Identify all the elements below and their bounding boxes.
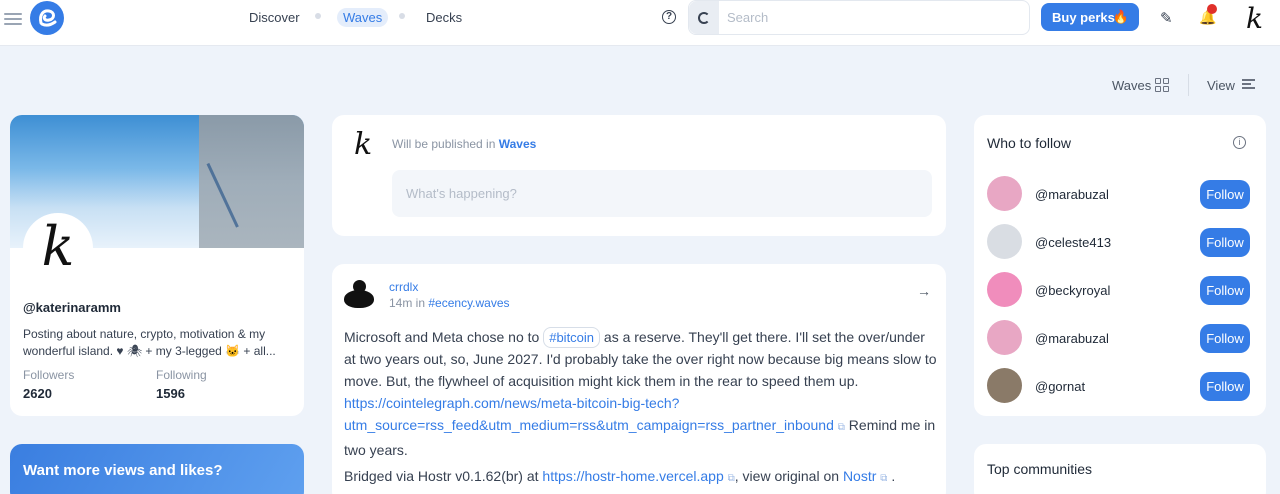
post-author-avatar[interactable]: [344, 280, 374, 310]
post-bridge-note: Bridged via Hostr v0.1.62(br) at https:/…: [344, 468, 896, 484]
external-link-icon: ⧉: [880, 473, 888, 484]
compose-card: k Will be published in Waves: [332, 115, 946, 236]
nav-decks[interactable]: Decks: [426, 10, 462, 25]
promo-card[interactable]: Want more views and likes?: [10, 444, 304, 494]
search-bar: [688, 0, 1030, 35]
top-communities-card: Top communities: [974, 444, 1266, 494]
info-icon[interactable]: i: [1233, 136, 1246, 149]
follow-username[interactable]: @marabuzal: [1035, 187, 1109, 202]
follow-username[interactable]: @gornat: [1035, 379, 1085, 394]
list-icon[interactable]: [1242, 79, 1255, 90]
compose-input[interactable]: [392, 170, 932, 217]
notification-badge: [1207, 4, 1217, 14]
follow-username[interactable]: @marabuzal: [1035, 331, 1109, 346]
view-label[interactable]: View: [1207, 78, 1235, 93]
post-time: 14m in: [389, 296, 426, 310]
follow-button[interactable]: Follow: [1200, 228, 1250, 257]
external-link-icon: ⧉: [727, 473, 735, 484]
profile-bio: Posting about nature, crypto, motivation…: [23, 327, 276, 358]
post-author[interactable]: crrdlx: [389, 280, 418, 294]
external-link-icon: ⧉: [837, 422, 845, 433]
post-body: Microsoft and Meta chose no to #bitcoin …: [344, 327, 937, 458]
follow-button[interactable]: Follow: [1200, 180, 1250, 209]
profile-card: k @katerinaramm Posting about nature, cr…: [10, 115, 304, 416]
logo-icon[interactable]: [30, 1, 64, 35]
who-to-follow-title: Who to follow: [987, 135, 1072, 151]
post-tag[interactable]: #bitcoin: [543, 327, 601, 348]
followers-label: Followers: [23, 368, 75, 382]
hostr-link[interactable]: https://hostr-home.vercel.app ⧉: [542, 468, 734, 484]
follow-username[interactable]: @beckyroyal: [1035, 283, 1110, 298]
top-communities-title: Top communities: [987, 461, 1093, 477]
hamburger-icon[interactable]: [4, 10, 22, 26]
nav-separator: [315, 13, 321, 19]
follow-avatar[interactable]: [987, 272, 1022, 307]
nav-discover[interactable]: Discover: [249, 10, 300, 25]
search-icon[interactable]: [689, 1, 719, 34]
compose-avatar: k: [354, 127, 373, 162]
promo-title: Want more views and likes?: [23, 462, 223, 479]
help-icon[interactable]: ?: [662, 10, 676, 24]
followers-count[interactable]: 2620: [23, 386, 52, 401]
nav-separator: [399, 13, 405, 19]
follow-button[interactable]: Follow: [1200, 276, 1250, 305]
nostr-link[interactable]: Nostr ⧉: [843, 468, 887, 484]
search-input[interactable]: [727, 10, 1017, 25]
grid-icon[interactable]: [1155, 78, 1169, 92]
follow-username[interactable]: @celeste413: [1035, 235, 1111, 250]
post-meta: 14m in #ecency.waves: [389, 296, 510, 310]
follow-avatar[interactable]: [987, 320, 1022, 355]
following-label: Following: [156, 368, 207, 382]
post-community-link[interactable]: #ecency.waves: [428, 296, 509, 310]
flame-icon: 🔥: [1112, 9, 1129, 24]
waves-layout-label[interactable]: Waves: [1112, 78, 1151, 93]
publish-target[interactable]: Waves: [499, 137, 537, 151]
publish-note: Will be published in Waves: [392, 137, 537, 151]
who-to-follow-card: Who to follow i @marabuzal Follow @celes…: [974, 115, 1266, 416]
toolbar-divider: [1188, 74, 1189, 96]
following-count[interactable]: 1596: [156, 386, 185, 401]
avatar[interactable]: k: [1246, 2, 1263, 35]
profile-avatar[interactable]: k: [23, 213, 93, 283]
buy-perks-button[interactable]: Buy perks 🔥: [1041, 3, 1139, 31]
follow-avatar[interactable]: [987, 224, 1022, 259]
nav-waves[interactable]: Waves: [337, 8, 389, 27]
post-card: crrdlx 14m in #ecency.waves → Microsoft …: [332, 264, 946, 494]
buy-perks-label: Buy perks: [1052, 10, 1115, 25]
pencil-icon[interactable]: ✎: [1160, 9, 1173, 27]
profile-username[interactable]: @katerinaramm: [23, 300, 121, 315]
post-link[interactable]: https://cointelegraph.com/news/meta-bitc…: [344, 395, 845, 433]
follow-button[interactable]: Follow: [1200, 324, 1250, 353]
arrow-right-icon[interactable]: →: [917, 283, 931, 299]
follow-button[interactable]: Follow: [1200, 372, 1250, 401]
follow-avatar[interactable]: [987, 368, 1022, 403]
top-bar: Discover Waves Decks ? Buy perks 🔥 ✎ 🔔 k: [0, 0, 1280, 46]
follow-avatar[interactable]: [987, 176, 1022, 211]
